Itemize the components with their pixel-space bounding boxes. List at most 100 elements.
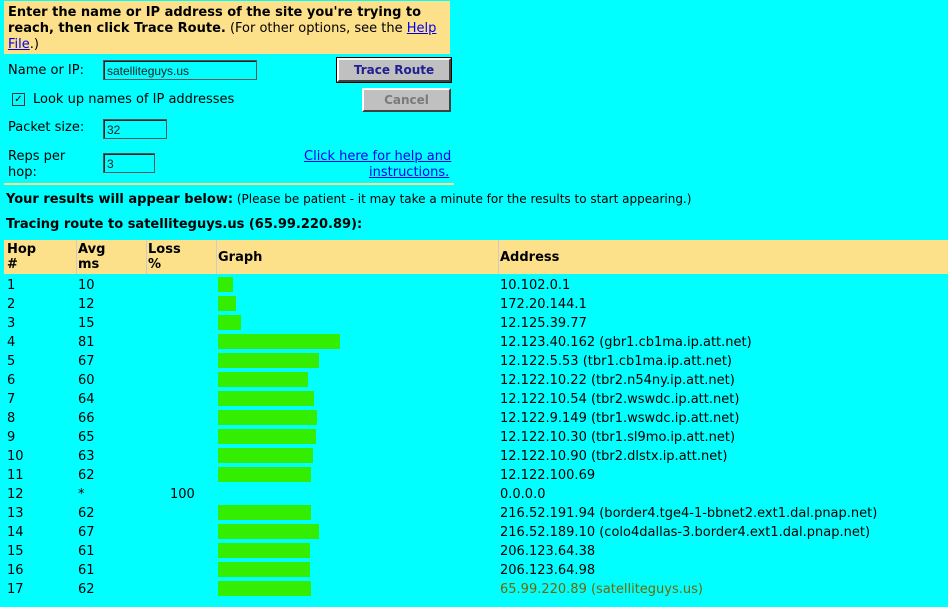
- latency-bar: [218, 353, 319, 368]
- name-or-ip-label: Name or IP:: [8, 63, 84, 78]
- hop-number: 12: [7, 487, 24, 502]
- col-hop-header: Hop #: [7, 242, 36, 272]
- col-separator: [216, 240, 217, 274]
- col-loss-header: Loss %: [148, 242, 181, 272]
- table-row: 5 67 12.122.5.53 (tbr1.cb1ma.ip.att.net): [0, 351, 948, 370]
- hop-number: 10: [7, 449, 24, 464]
- table-row: 2 12 172.20.144.1: [0, 294, 948, 313]
- table-row: 16 61 206.123.64.98: [0, 560, 948, 579]
- table-row: 3 15 12.125.39.77: [0, 313, 948, 332]
- hop-address: 12.125.39.77: [500, 316, 587, 331]
- help-instructions-link-line2[interactable]: instructions.: [369, 165, 449, 180]
- hop-address: 12.122.9.149 (tbr1.wswdc.ip.att.net): [500, 411, 740, 426]
- avg-ms: 66: [78, 411, 95, 426]
- latency-bar: [218, 505, 311, 520]
- avg-ms: 64: [78, 392, 95, 407]
- reps-per-hop-label-line2: hop:: [8, 165, 37, 180]
- table-row: 12 * 100 0.0.0.0: [0, 484, 948, 503]
- results-heading: Your results will appear below: (Please …: [6, 192, 691, 207]
- hop-address: 12.123.40.162 (gbr1.cb1ma.ip.att.net): [500, 335, 752, 350]
- col-hop-header-line2: #: [7, 257, 18, 272]
- instructions-close: .): [29, 37, 39, 52]
- avg-ms: 65: [78, 430, 95, 445]
- hop-address: 10.102.0.1: [500, 278, 571, 293]
- hop-address: 12.122.10.30 (tbr1.sl9mo.ip.att.net): [500, 430, 736, 445]
- table-row: 14 67 216.52.189.10 (colo4dallas-3.border4…: [0, 522, 948, 541]
- avg-ms: 62: [78, 506, 95, 521]
- table-row: 15 61 206.123.64.38: [0, 541, 948, 560]
- hop-number: 6: [7, 373, 16, 388]
- avg-ms: 63: [78, 449, 95, 464]
- avg-ms: 10: [78, 278, 95, 293]
- latency-bar: [218, 315, 241, 330]
- hop-number: 14: [7, 525, 24, 540]
- loss-percent: 100: [170, 487, 195, 502]
- avg-ms: 61: [78, 544, 95, 559]
- tracing-route-title: Tracing route to satelliteguys.us (65.99…: [6, 217, 363, 232]
- col-avg-header: Avg ms: [78, 242, 105, 272]
- table-row: 1 10 10.102.0.1: [0, 275, 948, 294]
- latency-bar: [218, 429, 316, 444]
- table-row: 6 60 12.122.10.22 (tbr2.n54ny.ip.att.net): [0, 370, 948, 389]
- table-header: Hop # Avg ms Loss % Graph Address: [4, 240, 948, 274]
- trace-route-button[interactable]: Trace Route: [336, 57, 452, 83]
- hop-address: 216.52.191.94 (border4.tge4-1-bbnet2.ext…: [500, 506, 878, 521]
- instructions-text: (For other options, see the: [225, 21, 407, 36]
- avg-ms: 12: [78, 297, 95, 312]
- col-loss-header-line1: Loss: [148, 242, 181, 257]
- hop-number: 8: [7, 411, 16, 426]
- col-separator: [146, 240, 147, 274]
- table-row: 17 62 65.99.220.89 (satelliteguys.us): [0, 579, 948, 598]
- help-instructions-link-line1[interactable]: Click here for help and: [304, 149, 451, 164]
- avg-ms: 67: [78, 525, 95, 540]
- latency-bar: [218, 277, 233, 292]
- hop-number: 3: [7, 316, 16, 331]
- avg-ms: 67: [78, 354, 95, 369]
- table-row: 10 63 12.122.10.90 (tbr2.dlstx.ip.att.net): [0, 446, 948, 465]
- hop-address: 216.52.189.10 (colo4dallas-3.border4.ext…: [500, 525, 871, 540]
- col-separator: [498, 240, 499, 274]
- latency-bar: [218, 410, 317, 425]
- table-row: 7 64 12.122.10.54 (tbr2.wswdc.ip.att.net): [0, 389, 948, 408]
- hop-number: 1: [7, 278, 16, 293]
- divider: [4, 183, 454, 185]
- latency-bar: [218, 372, 308, 387]
- name-or-ip-input[interactable]: satelliteguys.us: [103, 60, 257, 80]
- table-row: 13 62 216.52.191.94 (border4.tge4-1-bbnet2…: [0, 503, 948, 522]
- latency-bar: [218, 562, 310, 577]
- hop-address: 206.123.64.98: [500, 563, 596, 578]
- hop-number: 15: [7, 544, 24, 559]
- table-row: 9 65 12.122.10.30 (tbr1.sl9mo.ip.att.net): [0, 427, 948, 446]
- hop-number: 7: [7, 392, 16, 407]
- table-row: 8 66 12.122.9.149 (tbr1.wswdc.ip.att.net): [0, 408, 948, 427]
- avg-ms: 15: [78, 316, 95, 331]
- cancel-button[interactable]: Cancel: [362, 88, 451, 112]
- hop-number: 4: [7, 335, 16, 350]
- hop-address: 206.123.64.38: [500, 544, 596, 559]
- reps-per-hop-input[interactable]: 3: [103, 153, 155, 173]
- hop-address: 12.122.10.54 (tbr2.wswdc.ip.att.net): [500, 392, 740, 407]
- lookup-names-label: Look up names of IP addresses: [33, 92, 235, 107]
- avg-ms: 60: [78, 373, 95, 388]
- hop-number: 5: [7, 354, 16, 369]
- latency-bar: [218, 524, 319, 539]
- hop-address: 0.0.0.0: [500, 487, 546, 502]
- hop-number: 13: [7, 506, 24, 521]
- hop-address: 12.122.100.69: [500, 468, 596, 483]
- avg-ms: *: [78, 487, 85, 502]
- table-row: 11 62 12.122.100.69: [0, 465, 948, 484]
- hop-number: 9: [7, 430, 16, 445]
- hop-address: 65.99.220.89 (satelliteguys.us): [500, 582, 703, 597]
- avg-ms: 62: [78, 582, 95, 597]
- hop-address: 172.20.144.1: [500, 297, 587, 312]
- lookup-names-checkbox[interactable]: ✓: [12, 93, 25, 106]
- results-note: (Please be patient - it may take a minut…: [233, 192, 692, 206]
- avg-ms: 61: [78, 563, 95, 578]
- results-heading-bold: Your results will appear below:: [6, 192, 234, 207]
- table-row: 4 81 12.123.40.162 (gbr1.cb1ma.ip.att.net): [0, 332, 948, 351]
- col-avg-header-line2: ms: [78, 257, 100, 272]
- latency-bar: [218, 391, 314, 406]
- packet-size-input[interactable]: 32: [103, 119, 167, 139]
- latency-bar: [218, 581, 311, 596]
- hop-number: 2: [7, 297, 16, 312]
